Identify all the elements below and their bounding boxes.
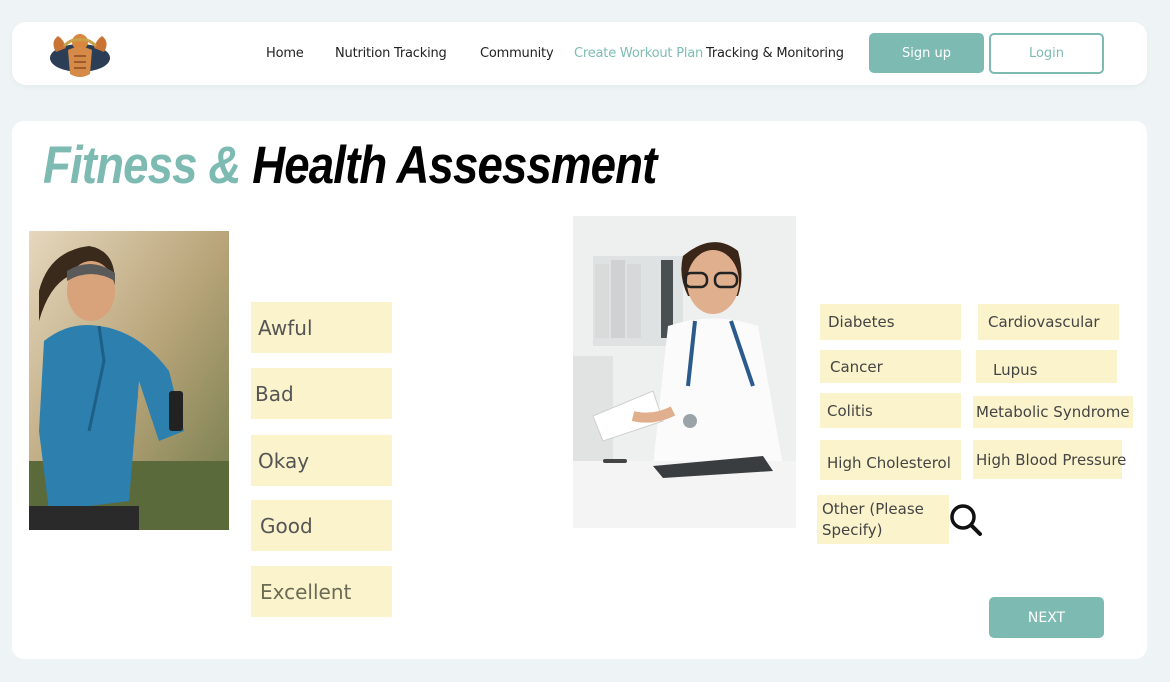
condition-option-metabolic-syndrome[interactable]: Metabolic Syndrome (973, 396, 1133, 428)
nav-home[interactable]: Home (266, 46, 304, 61)
page-title-part1: Fitness & (43, 136, 241, 195)
condition-option-lupus[interactable]: Lupus (976, 350, 1117, 383)
bodybuilder-logo-icon[interactable] (46, 28, 114, 80)
login-button[interactable]: Login (989, 33, 1104, 74)
condition-option-cancer[interactable]: Cancer (820, 350, 961, 383)
search-icon[interactable] (949, 503, 983, 537)
nav-create-workout-plan[interactable]: Create Workout Plan (574, 46, 703, 61)
woman-jogging-photo (29, 231, 229, 530)
condition-option-high-cholesterol[interactable]: High Cholesterol (820, 440, 961, 480)
nav-community[interactable]: Community (480, 46, 554, 61)
rating-option-awful[interactable]: Awful (251, 302, 392, 353)
assessment-card: Fitness & Health Assessment Awful Bad Ok… (12, 121, 1147, 659)
next-button[interactable]: NEXT (989, 597, 1104, 638)
condition-option-diabetes[interactable]: Diabetes (820, 304, 961, 340)
rating-option-bad[interactable]: Bad (251, 368, 392, 419)
rating-option-okay[interactable]: Okay (251, 435, 392, 486)
condition-option-colitis[interactable]: Colitis (820, 393, 961, 428)
signup-button[interactable]: Sign up (869, 33, 984, 73)
condition-option-high-blood-pressure[interactable]: High Blood Pressure (973, 440, 1126, 479)
rating-option-good[interactable]: Good (251, 500, 392, 551)
nav-nutrition-tracking[interactable]: Nutrition Tracking (335, 46, 447, 61)
top-navbar: Home Nutrition Tracking Community Create… (12, 22, 1147, 85)
doctor-handing-paper-photo (573, 216, 796, 528)
page-title-part2: Health Assessment (252, 136, 657, 195)
condition-option-other[interactable]: Other (Please Specify) (817, 495, 949, 544)
condition-option-cardiovascular[interactable]: Cardiovascular (978, 304, 1119, 340)
page-title: Fitness & Health Assessment (43, 135, 657, 196)
rating-option-excellent[interactable]: Excellent (251, 566, 392, 617)
nav-tracking-monitoring[interactable]: Tracking & Monitoring (706, 46, 844, 61)
